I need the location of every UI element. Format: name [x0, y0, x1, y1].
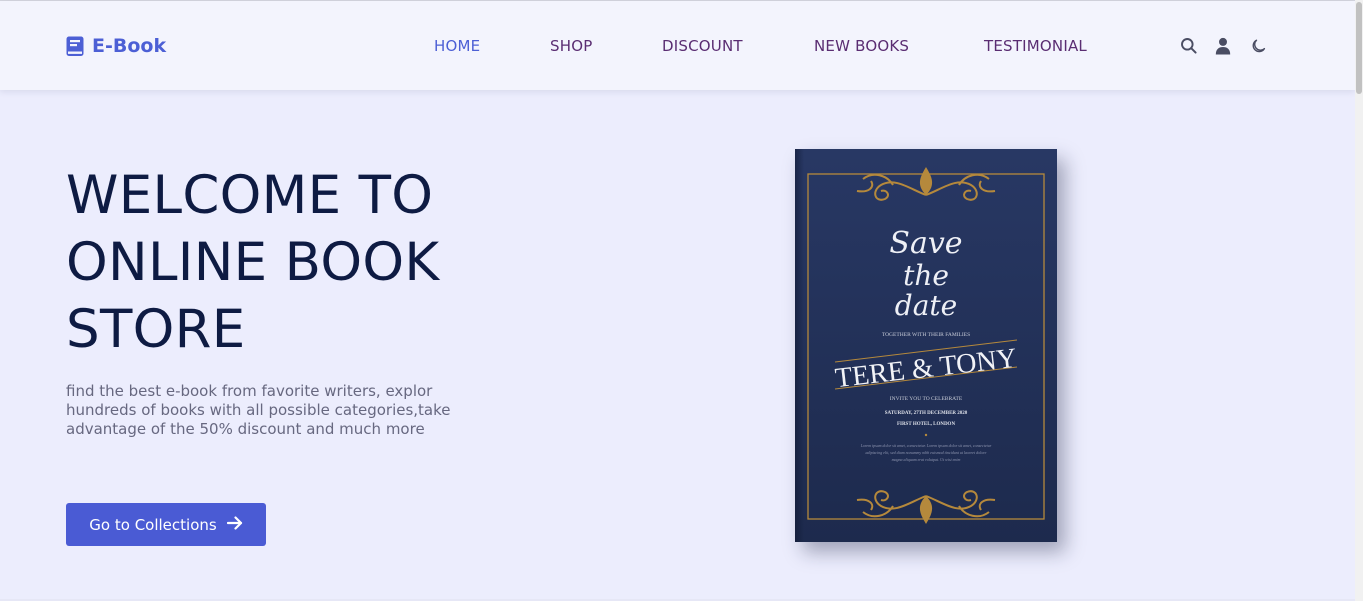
hero-title: WELCOME TO ONLINE BOOK STORE [66, 162, 439, 363]
nav-new-books[interactable]: NEW BOOKS [814, 37, 909, 55]
cover-venue-line: FIRST HOTEL, LONDON [897, 422, 956, 427]
go-to-collections-button[interactable]: Go to Collections [66, 503, 266, 546]
featured-book-cover: Save the date TOGETHER WITH THEIR FAMILI… [795, 149, 1057, 542]
cover-lorem-line: magna aliquam erat volutpat. Ut wisi eni… [892, 457, 961, 462]
hero-description: find the best e-book from favorite write… [66, 382, 451, 438]
site-header: E-Book HOME SHOP DISCOUNT NEW BOOKS TEST… [0, 1, 1355, 90]
cta-label: Go to Collections [89, 515, 217, 534]
cover-script-date: date [895, 289, 957, 322]
arrow-right-icon [226, 515, 243, 534]
nav-home[interactable]: HOME [434, 37, 480, 55]
hero-title-line: ONLINE BOOK [66, 232, 440, 293]
cover-date-line: SATURDAY, 27TH DECEMBER 2020 [885, 411, 968, 416]
cover-script-the: the [903, 259, 949, 292]
scrollbar-thumb[interactable] [1356, 2, 1362, 94]
user-icon[interactable] [1214, 37, 1232, 55]
cover-invite-line: INVITE YOU TO CELEBRATE [890, 396, 963, 402]
logo-text: E-Book [92, 35, 167, 57]
site-logo[interactable]: E-Book [66, 35, 166, 57]
hero-title-line: STORE [66, 299, 246, 360]
hero-title-line: WELCOME TO [66, 165, 434, 226]
nav-shop[interactable]: SHOP [550, 37, 592, 55]
book-icon [66, 36, 85, 57]
cover-script-save: Save [889, 226, 962, 261]
moon-icon[interactable] [1250, 37, 1268, 55]
nav-discount[interactable]: DISCOUNT [662, 37, 743, 55]
nav-testimonial[interactable]: TESTIMONIAL [984, 37, 1087, 55]
cover-together-line: TOGETHER WITH THEIR FAMILIES [882, 332, 970, 338]
search-icon[interactable] [1180, 37, 1198, 55]
